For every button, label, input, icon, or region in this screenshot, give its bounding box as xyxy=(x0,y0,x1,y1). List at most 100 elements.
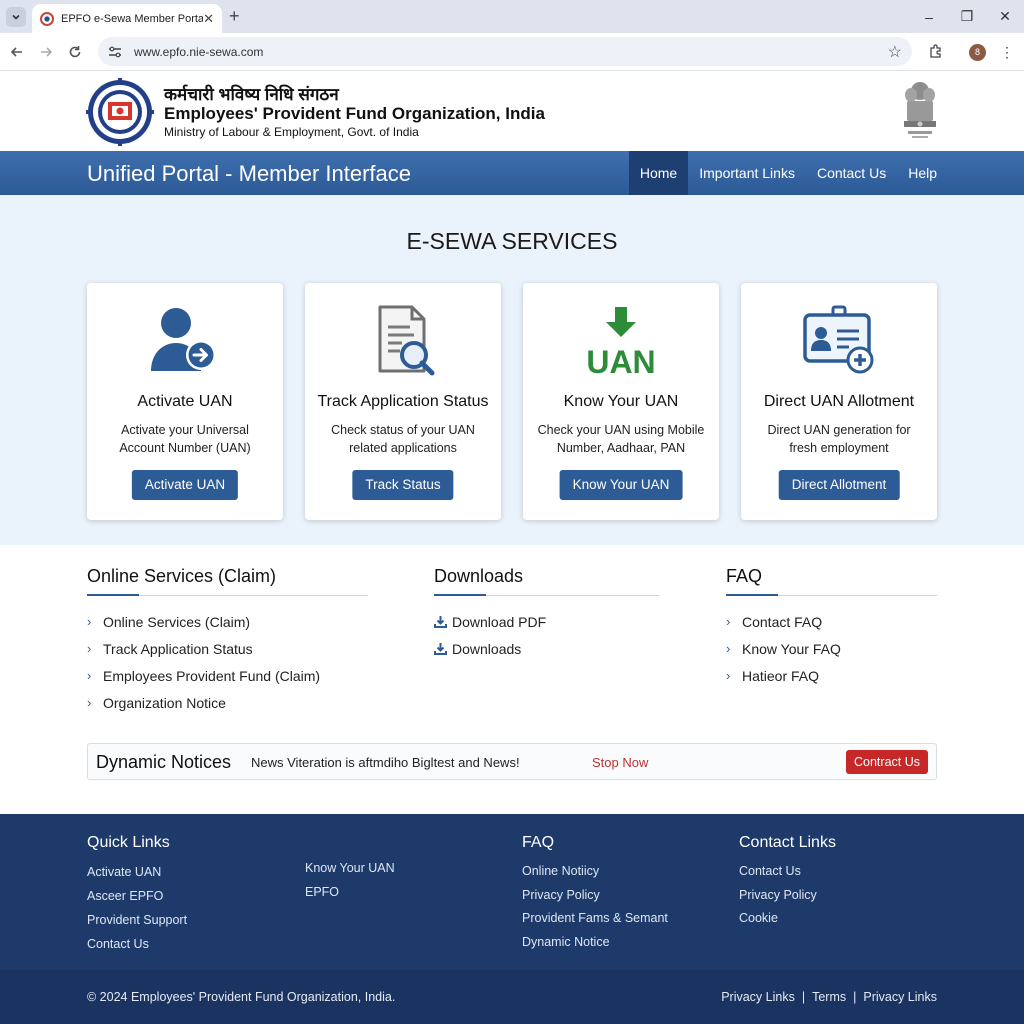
bookmark-star-icon[interactable]: ☆ xyxy=(888,42,902,62)
nav-contact-us[interactable]: Contact Us xyxy=(806,151,897,195)
chevron-right-icon: › xyxy=(87,614,92,629)
direct-allotment-button[interactable]: Direct Allotment xyxy=(778,470,900,500)
footer-heading: FAQ xyxy=(522,834,555,851)
favicon-icon xyxy=(40,11,54,26)
site-footer: Quick Links Activate UAN Asceer EPFO Pro… xyxy=(0,814,1024,1024)
footer-link[interactable]: Contact Us xyxy=(87,932,187,956)
forward-arrow-icon[interactable] xyxy=(37,43,55,61)
ministry-text: Ministry of Labour & Employment, Govt. o… xyxy=(164,125,419,139)
link-text[interactable]: Downloads xyxy=(452,641,521,657)
maximize-button[interactable]: ❐ xyxy=(948,0,986,33)
org-hindi-name: कर्मचारी भविष्य निधि संगठन xyxy=(164,85,339,104)
service-card-desc: Direct UAN generation for fresh employme… xyxy=(767,423,911,455)
list-item[interactable]: › Track Application Status xyxy=(87,635,368,662)
service-card-direct-allotment: Direct UAN Allotment Direct UAN generati… xyxy=(741,283,937,520)
tab-title: EPFO e-Sewa Member Portal xyxy=(61,12,204,25)
link-text[interactable]: Track Application Status xyxy=(103,641,253,657)
link-text[interactable]: Download PDF xyxy=(452,614,546,630)
contact-us-button[interactable]: Contract Us xyxy=(846,750,928,774)
link-text[interactable]: Hatieor FAQ xyxy=(742,668,819,684)
services-heading: E-SEWA SERVICES xyxy=(406,228,618,254)
nav-help[interactable]: Help xyxy=(897,151,948,195)
list-item[interactable]: › Contact FAQ xyxy=(726,608,937,635)
list-item[interactable]: Downloads xyxy=(434,635,659,662)
footer-link[interactable]: Cookie xyxy=(739,907,836,931)
site-settings-icon[interactable] xyxy=(108,46,122,58)
profile-avatar[interactable]: 8 xyxy=(969,44,986,61)
user-arrow-icon xyxy=(151,308,216,371)
list-item[interactable]: › Online Services (Claim) xyxy=(87,608,368,635)
browser-menu-icon[interactable]: ⋮ xyxy=(1000,45,1014,59)
download-icon xyxy=(434,642,452,655)
nav-home[interactable]: Home xyxy=(628,151,689,195)
column-heading: Downloads xyxy=(434,566,659,596)
service-card-track-status: Track Application Status Check status of… xyxy=(305,283,501,520)
service-card-title: Direct UAN Allotment xyxy=(763,393,915,410)
footer-link[interactable]: Activate UAN xyxy=(87,860,187,884)
chevron-right-icon: › xyxy=(726,641,731,656)
service-card-desc: Activate your Universal Account Number (… xyxy=(119,423,251,455)
close-window-button[interactable]: ✕ xyxy=(986,0,1024,33)
track-status-button[interactable]: Track Status xyxy=(352,470,454,500)
main-nav-bar: Unified Portal - Member Interface Home I… xyxy=(0,151,1024,195)
back-arrow-icon[interactable] xyxy=(8,43,26,61)
notices-ticker[interactable]: News Viteration is aftmdiho Bigltest and… xyxy=(251,755,520,770)
nav-important-links[interactable]: Important Links xyxy=(688,151,806,195)
separator: | xyxy=(801,990,806,1004)
footer-link[interactable]: Contact Us xyxy=(739,860,836,884)
portal-title: Unified Portal - Member Interface xyxy=(87,161,412,186)
chevron-right-icon: › xyxy=(726,668,731,683)
tab-list-dropdown[interactable] xyxy=(6,7,26,27)
reload-icon[interactable] xyxy=(66,43,84,61)
footer-link[interactable]: Privacy Policy xyxy=(739,884,836,908)
link-text[interactable]: Organization Notice xyxy=(103,695,226,711)
service-card-title: Track Application Status xyxy=(317,393,489,410)
footer-link[interactable]: Know Your UAN xyxy=(305,856,395,880)
footer-link[interactable]: Asceer EPFO xyxy=(87,884,187,908)
national-emblem-icon xyxy=(904,82,936,138)
org-english-name: Employees' Provident Fund Organization, … xyxy=(164,104,545,123)
know-your-uan-button[interactable]: Know Your UAN xyxy=(559,470,683,500)
list-item[interactable]: › Know Your FAQ xyxy=(726,635,937,662)
downloads-column: Downloads Download PDF Downloads xyxy=(434,566,659,662)
list-item[interactable]: › Employees Provident Fund (Claim) xyxy=(87,662,368,689)
url-text[interactable]: www.epfo.nie-sewa.com xyxy=(134,45,888,59)
document-search-icon xyxy=(378,305,435,376)
link-text[interactable]: Contact FAQ xyxy=(742,614,822,630)
footer-link[interactable]: Dynamic Notice xyxy=(522,931,668,955)
minimize-button[interactable]: – xyxy=(910,0,948,33)
extensions-puzzle-icon[interactable] xyxy=(928,43,944,59)
link-text[interactable]: Know Your FAQ xyxy=(742,641,841,657)
list-item[interactable]: Download PDF xyxy=(434,608,659,635)
footer-link[interactable]: Provident Support xyxy=(87,908,187,932)
browser-toolbar: www.epfo.nie-sewa.com ☆ xyxy=(0,33,1024,71)
footer-bottom-link[interactable]: Privacy Links xyxy=(863,990,937,1004)
footer-bottom-link[interactable]: Privacy Links xyxy=(721,990,795,1004)
list-item[interactable]: › Organization Notice xyxy=(87,689,368,716)
link-text[interactable]: Online Services (Claim) xyxy=(103,614,250,630)
service-card-title: Activate UAN xyxy=(137,393,233,410)
site-header: कर्मचारी भविष्य निधि संगठन Employees' Pr… xyxy=(0,71,1024,151)
service-card-desc: Check status of your UAN related applica… xyxy=(331,423,475,455)
service-card-activate-uan: Activate UAN Activate your Universal Acc… xyxy=(87,283,283,520)
dynamic-notices-bar: Dynamic Notices News Viteration is aftmd… xyxy=(87,743,937,780)
address-bar[interactable]: www.epfo.nie-sewa.com ☆ xyxy=(98,37,912,66)
faq-column: FAQ › Contact FAQ › Know Your FAQ › Hatieor… xyxy=(726,566,937,689)
footer-link[interactable]: EPFO xyxy=(305,880,395,904)
footer-link[interactable]: Privacy Policy xyxy=(522,884,668,908)
chevron-right-icon: › xyxy=(87,695,92,710)
link-text[interactable]: Employees Provident Fund (Claim) xyxy=(103,668,320,684)
footer-link[interactable]: Online Notiicy xyxy=(522,860,668,884)
new-tab-button[interactable]: + xyxy=(229,6,240,27)
browser-tab[interactable]: EPFO e-Sewa Member Portal ✕ xyxy=(32,4,222,33)
list-item[interactable]: › Hatieor FAQ xyxy=(726,662,937,689)
tab-close-icon[interactable]: ✕ xyxy=(203,11,214,27)
footer-quick-links-col2: Know Your UAN EPFO xyxy=(305,856,395,904)
uan-download-icon: UAN xyxy=(586,307,656,377)
activate-uan-button[interactable]: Activate UAN xyxy=(131,470,239,500)
window-controls: – ❐ ✕ xyxy=(910,0,1024,33)
footer-bottom-link[interactable]: Terms xyxy=(812,990,846,1004)
stop-ticker-link[interactable]: Stop Now xyxy=(592,755,648,770)
chevron-right-icon: › xyxy=(87,668,92,683)
footer-link[interactable]: Provident Fams & Semant xyxy=(522,907,668,931)
